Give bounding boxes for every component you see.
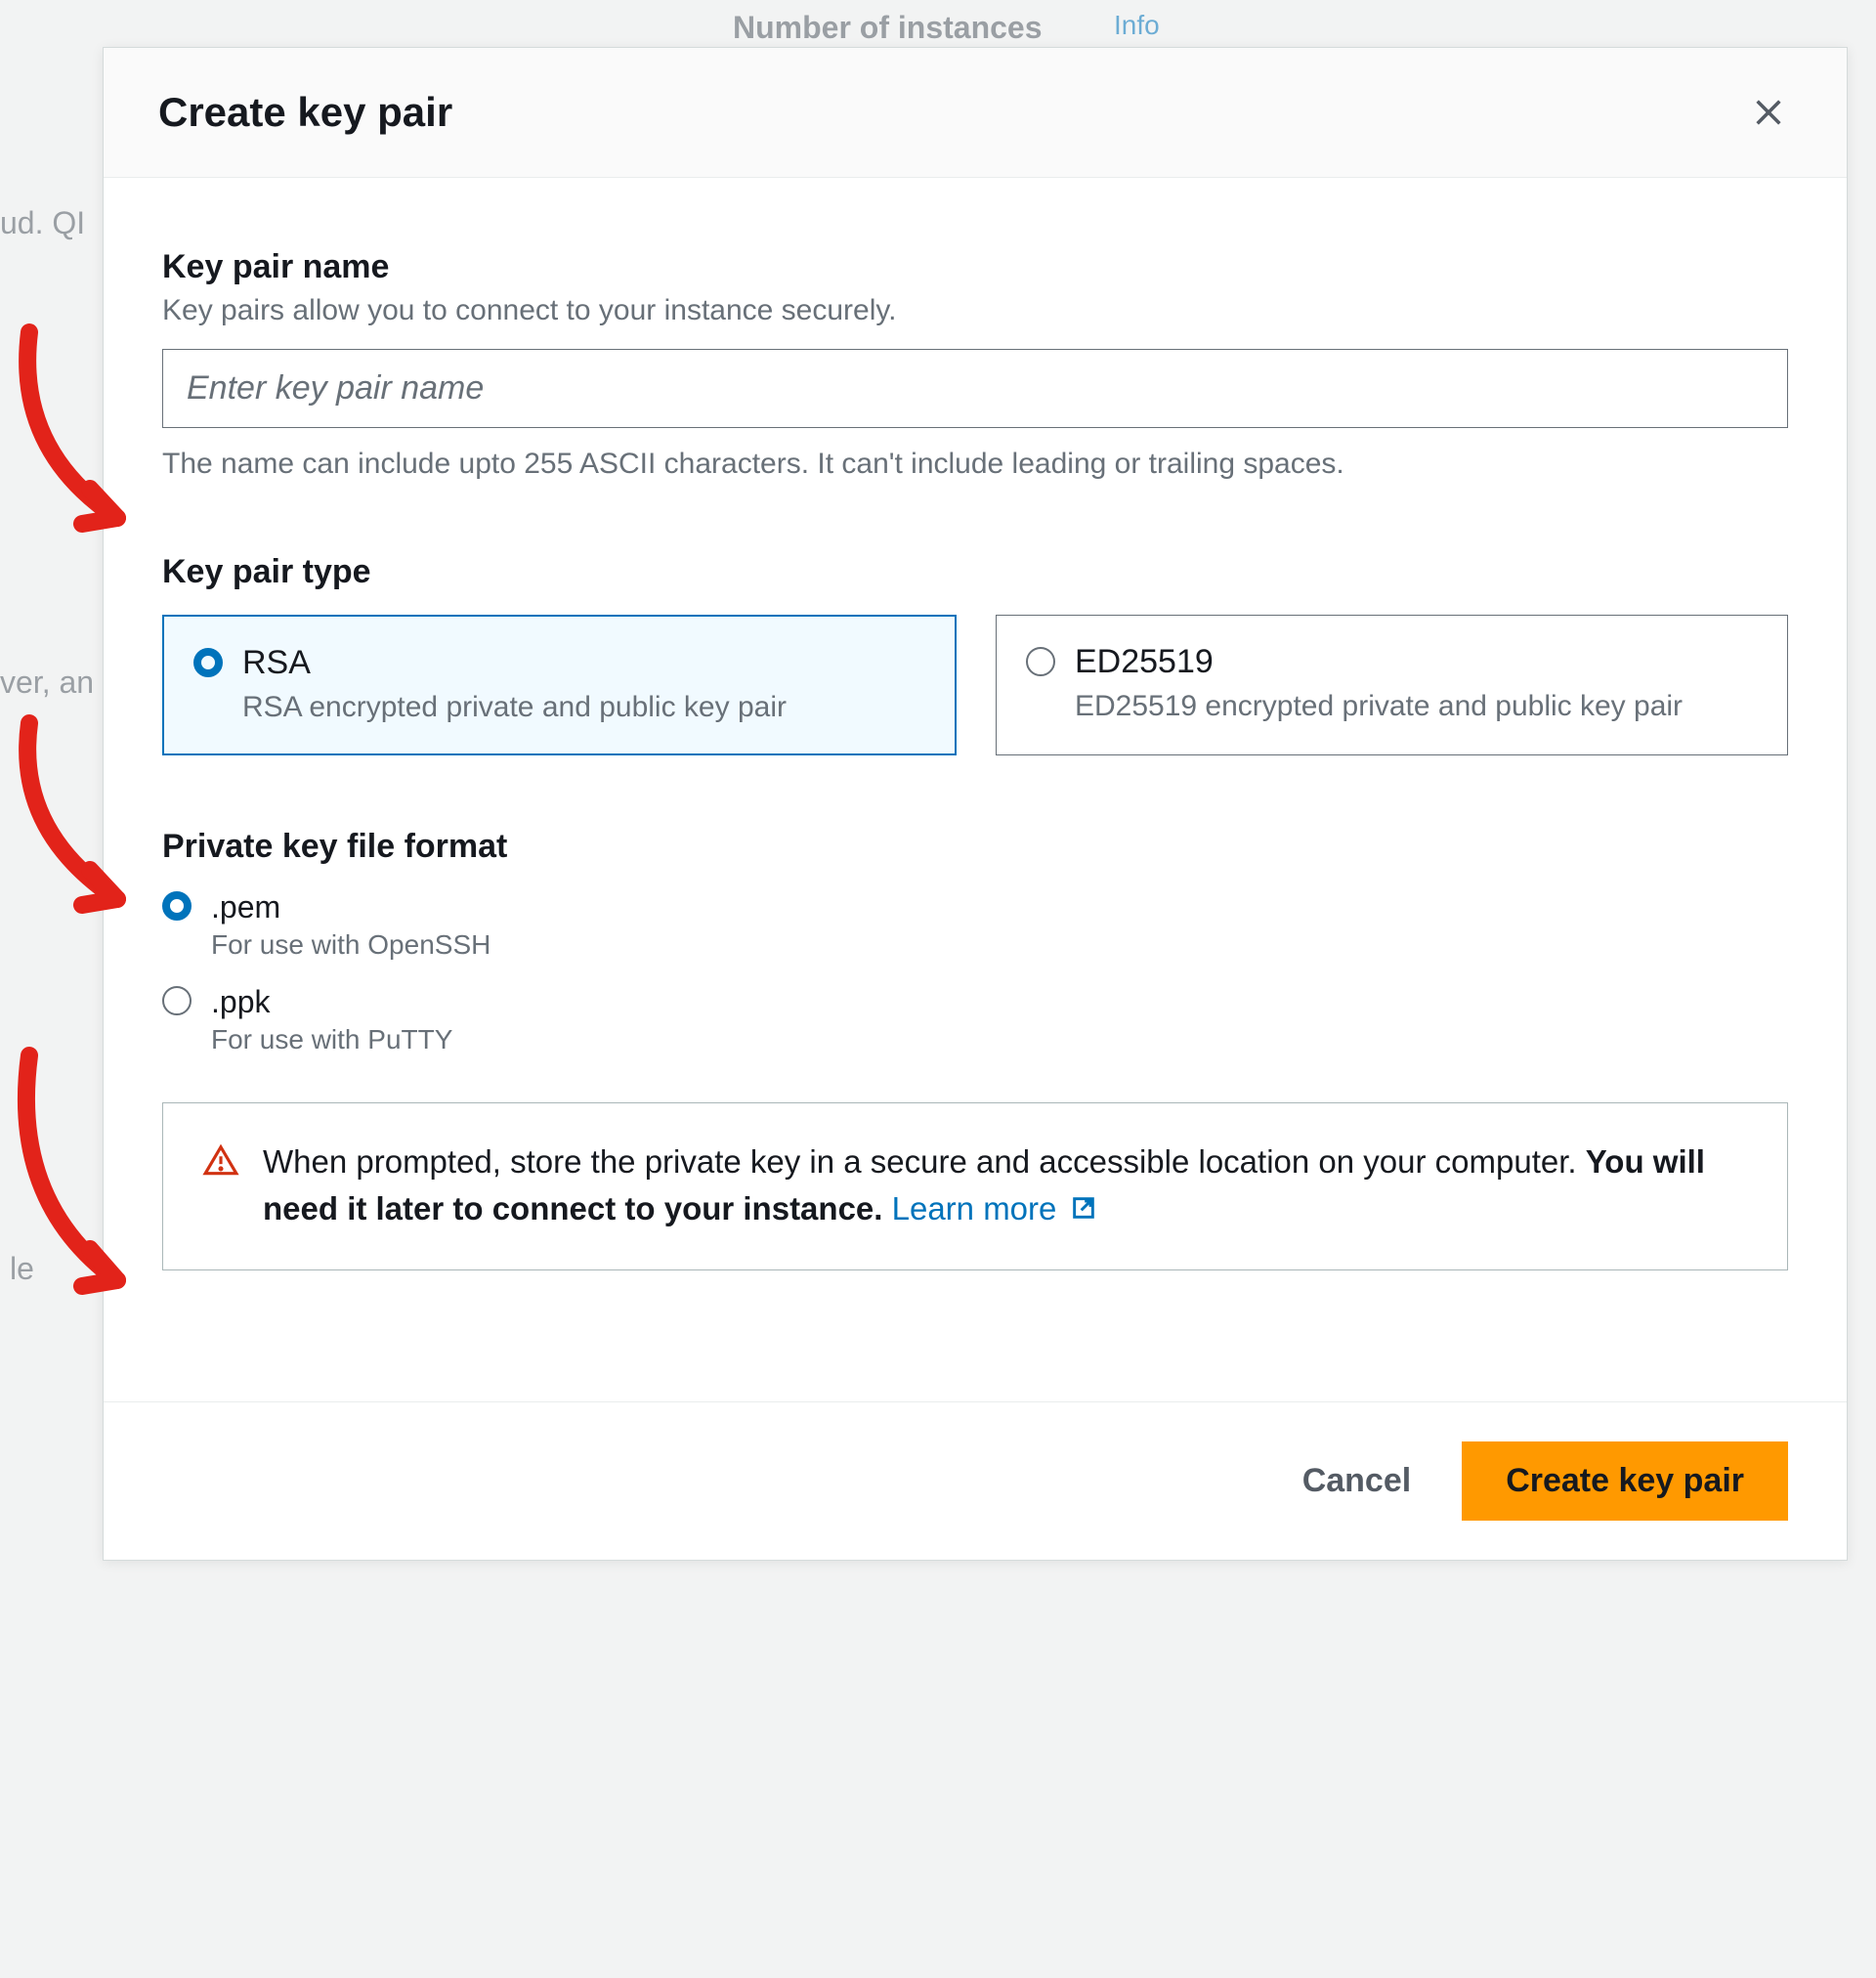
bg-instances-label: Number of instances (733, 10, 1043, 46)
cancel-button[interactable]: Cancel (1295, 1446, 1420, 1516)
keypair-name-help: The name can include upto 255 ASCII char… (162, 448, 1788, 481)
modal-header: Create key pair (104, 48, 1847, 178)
security-alert: When prompted, store the private key in … (162, 1102, 1788, 1270)
file-format-ppk[interactable]: .ppk For use with PuTTY (162, 984, 1788, 1055)
keypair-name-section: Key pair name Key pairs allow you to con… (162, 248, 1788, 481)
create-keypair-modal: Create key pair Key pair name Key pairs … (103, 47, 1848, 1561)
keypair-type-rsa[interactable]: RSA RSA encrypted private and public key… (162, 615, 957, 755)
keypair-name-desc: Key pairs allow you to connect to your i… (162, 294, 1788, 327)
modal-body: Key pair name Key pairs allow you to con… (104, 178, 1847, 1401)
keypair-name-label: Key pair name (162, 248, 1788, 286)
option-desc: For use with OpenSSH (211, 929, 490, 961)
alert-before: When prompted, store the private key in … (263, 1143, 1586, 1180)
bg-left-text-1: ud. QI (0, 205, 85, 241)
modal-footer: Cancel Create key pair (104, 1401, 1847, 1560)
bg-left-text-2: ver, an (0, 665, 94, 701)
radio-icon (193, 648, 223, 677)
warning-icon (202, 1142, 239, 1180)
keypair-name-input[interactable] (162, 349, 1788, 428)
modal-title: Create key pair (158, 89, 452, 136)
option-title: .pem (211, 889, 490, 925)
option-desc: RSA encrypted private and public key pai… (242, 688, 925, 726)
radio-icon (162, 891, 192, 921)
external-link-icon (1070, 1187, 1097, 1234)
option-title: .ppk (211, 984, 452, 1020)
keypair-type-section: Key pair type RSA RSA encrypted private … (162, 553, 1788, 755)
option-title: RSA (242, 644, 925, 682)
learn-more-link[interactable]: Learn more (892, 1190, 1097, 1226)
option-title: ED25519 (1075, 643, 1758, 681)
close-icon (1752, 96, 1785, 129)
keypair-type-label: Key pair type (162, 553, 1788, 591)
keypair-type-ed25519[interactable]: ED25519 ED25519 encrypted private and pu… (996, 615, 1788, 755)
file-format-label: Private key file format (162, 828, 1788, 866)
bg-info-link: Info (1114, 10, 1160, 41)
radio-icon (1026, 647, 1055, 676)
create-keypair-button[interactable]: Create key pair (1462, 1441, 1788, 1521)
alert-text: When prompted, store the private key in … (263, 1139, 1748, 1234)
file-format-pem[interactable]: .pem For use with OpenSSH (162, 889, 1788, 961)
option-desc: ED25519 encrypted private and public key… (1075, 687, 1758, 725)
option-desc: For use with PuTTY (211, 1024, 452, 1055)
file-format-section: Private key file format .pem For use wit… (162, 828, 1788, 1270)
bg-left-text-3: le (10, 1251, 34, 1287)
close-button[interactable] (1745, 89, 1792, 136)
radio-icon (162, 986, 192, 1015)
